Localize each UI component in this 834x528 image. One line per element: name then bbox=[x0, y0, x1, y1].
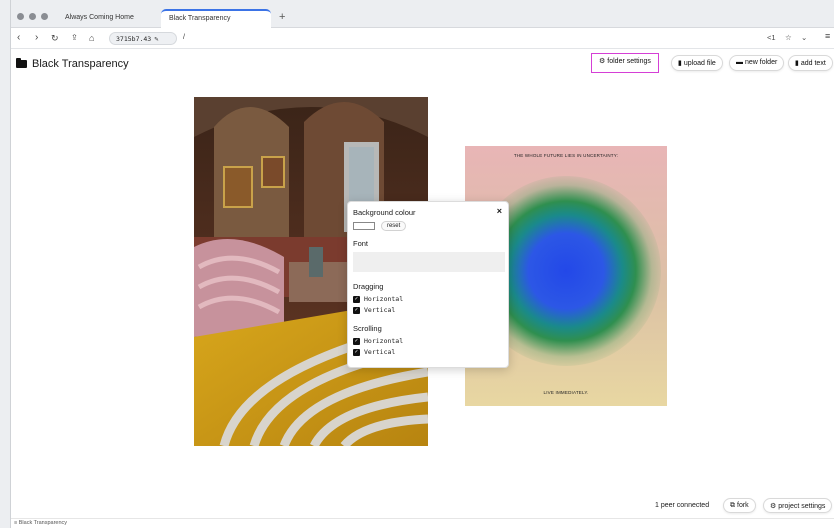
tab-strip: Always Coming Home Black Transparency + bbox=[11, 0, 834, 28]
upload-file-button[interactable]: ▮ upload file bbox=[671, 55, 723, 71]
reset-button[interactable]: reset bbox=[380, 221, 407, 231]
folder-title-text: Black Transparency bbox=[32, 58, 129, 70]
scrolling-vertical-checkbox[interactable]: ✓ Vertical bbox=[353, 348, 503, 356]
text-file-icon: ▮ bbox=[795, 60, 799, 67]
page-title: Black Transparency bbox=[16, 58, 129, 70]
folder-settings-button[interactable]: ⚙ folder settings bbox=[591, 53, 659, 73]
fork-button[interactable]: ⧉ fork bbox=[723, 498, 756, 513]
poster-bottom-text: LIVE IMMEDIATELY. bbox=[543, 390, 589, 395]
home-icon[interactable]: ⌂ bbox=[89, 32, 94, 44]
checkmark-icon: ✓ bbox=[353, 295, 360, 303]
checkmark-icon: ✓ bbox=[353, 348, 360, 356]
status-bar: ≡ Black Transparency bbox=[11, 518, 834, 528]
url-id: 3715b7.43 bbox=[116, 35, 152, 43]
url-path[interactable]: / bbox=[183, 34, 185, 41]
forward-icon[interactable]: › bbox=[35, 32, 38, 44]
page-canvas[interactable]: Black Transparency ⚙ folder settings ▮ upl… bbox=[11, 50, 834, 528]
dragging-horizontal-checkbox[interactable]: ✓ Horizontal bbox=[353, 295, 503, 303]
checkbox-label: Vertical bbox=[364, 348, 396, 356]
add-text-button[interactable]: ▮ add text bbox=[788, 55, 833, 71]
font-label: Font bbox=[353, 239, 369, 248]
new-folder-label: new folder bbox=[745, 59, 778, 66]
gear-icon: ⚙ bbox=[599, 58, 606, 65]
tab-black-transparency[interactable]: Black Transparency bbox=[161, 9, 271, 28]
font-input[interactable] bbox=[353, 252, 505, 272]
new-tab-button[interactable]: + bbox=[279, 11, 285, 23]
zoom-window-dot[interactable] bbox=[41, 13, 48, 20]
checkbox-label: Horizontal bbox=[364, 337, 404, 345]
tab-label: Black Transparency bbox=[169, 15, 231, 22]
url-id-pill[interactable]: 3715b7.43 ✎ bbox=[109, 32, 177, 45]
navigation-bar: ‹ › ↻ ⇪ ⌂ 3715b7.43 ✎ / <1 ☆ ⌄ ≡ bbox=[11, 28, 834, 49]
folder-icon bbox=[16, 58, 27, 68]
close-icon[interactable]: × bbox=[497, 206, 502, 216]
page-actions-count: 1 bbox=[771, 33, 776, 42]
status-text: Black Transparency bbox=[18, 520, 68, 526]
folder-settings-popup: × Background colour reset Font Dragging … bbox=[347, 201, 509, 368]
folder-icon: ▬ bbox=[736, 59, 743, 66]
bottom-bar: 1 peer connected ⧉ fork ⚙ project settings bbox=[11, 496, 834, 516]
poster-top-text: THE WHOLE FUTURE LIES IN UNCERTAINTY: bbox=[513, 153, 619, 158]
gear-icon: ⚙ bbox=[770, 503, 777, 510]
checkmark-icon: ✓ bbox=[353, 306, 360, 314]
project-settings-button[interactable]: ⚙ project settings bbox=[763, 498, 833, 513]
dragging-label: Dragging bbox=[353, 282, 384, 291]
chevron-down-icon[interactable]: ⌄ bbox=[801, 33, 807, 42]
file-icon: ▮ bbox=[678, 60, 682, 67]
menu-icon[interactable]: ≡ bbox=[825, 31, 830, 41]
pencil-icon[interactable]: ✎ bbox=[154, 35, 158, 43]
copy-icon: ⧉ bbox=[730, 502, 735, 509]
bookmark-star-icon[interactable]: ☆ bbox=[785, 33, 792, 42]
scrolling-label: Scrolling bbox=[353, 324, 382, 333]
folder-settings-label: folder settings bbox=[607, 58, 651, 65]
scrolling-horizontal-checkbox[interactable]: ✓ Horizontal bbox=[353, 337, 503, 345]
checkbox-label: Horizontal bbox=[364, 295, 404, 303]
checkmark-icon: ✓ bbox=[353, 337, 360, 345]
fork-label: fork bbox=[737, 502, 749, 509]
upload-file-label: upload file bbox=[683, 60, 716, 67]
page-actions[interactable]: <1 bbox=[767, 33, 776, 42]
reload-icon[interactable]: ↻ bbox=[51, 32, 59, 44]
back-icon[interactable]: ‹ bbox=[17, 32, 20, 44]
tab-label: Always Coming Home bbox=[65, 14, 134, 21]
share-icon[interactable]: ⇪ bbox=[71, 32, 78, 44]
minimize-window-dot[interactable] bbox=[29, 13, 36, 20]
add-text-label: add text bbox=[800, 60, 826, 67]
new-folder-button[interactable]: ▬ new folder bbox=[729, 55, 785, 71]
tab-always-coming-home[interactable]: Always Coming Home bbox=[57, 9, 157, 28]
browser-window: Always Coming Home Black Transparency + … bbox=[10, 0, 834, 528]
background-colour-label: Background colour bbox=[353, 208, 416, 217]
close-window-dot[interactable] bbox=[17, 13, 24, 20]
project-settings-label: project settings bbox=[778, 503, 826, 510]
peer-status: 1 peer connected bbox=[655, 502, 710, 509]
background-colour-swatch[interactable] bbox=[353, 222, 375, 230]
checkbox-label: Vertical bbox=[364, 306, 396, 314]
dragging-vertical-checkbox[interactable]: ✓ Vertical bbox=[353, 306, 503, 314]
